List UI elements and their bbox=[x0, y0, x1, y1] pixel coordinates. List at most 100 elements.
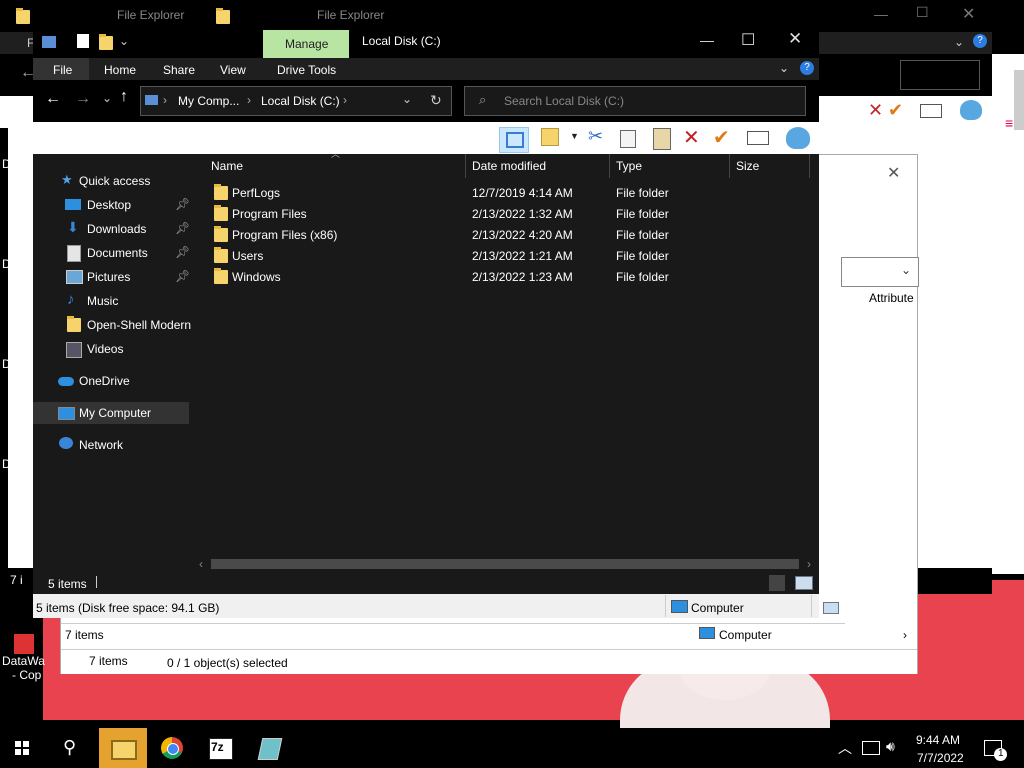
tab-share[interactable]: Share bbox=[163, 63, 195, 77]
close-button[interactable]: ✕ bbox=[788, 29, 802, 49]
table-row[interactable]: Program Files 2/13/2022 1:32 AM File folde… bbox=[193, 203, 809, 224]
chevron-down-icon[interactable]: ⌄ bbox=[119, 34, 129, 48]
pin-icon[interactable]: 📌︎ bbox=[175, 221, 190, 235]
chevron-right-icon: › bbox=[343, 93, 347, 107]
status-computer-label: Computer bbox=[691, 601, 744, 615]
table-row[interactable]: Users 2/13/2022 1:21 AM File folder bbox=[193, 245, 809, 266]
minimize-button[interactable]: — bbox=[700, 32, 714, 48]
pin-icon[interactable]: 📌︎ bbox=[175, 245, 190, 259]
checkmark-icon[interactable]: ✔ bbox=[888, 100, 903, 121]
tab-drive-tools[interactable]: Drive Tools bbox=[277, 63, 336, 77]
large-icons-view-button[interactable] bbox=[795, 576, 813, 590]
open-shell-icon[interactable] bbox=[786, 127, 810, 149]
delete-icon[interactable]: ✕ bbox=[683, 125, 700, 150]
status-divider bbox=[665, 595, 666, 617]
copy-icon[interactable] bbox=[620, 130, 636, 148]
nav-downloads[interactable]: Downloads bbox=[87, 222, 146, 236]
nav-desktop[interactable]: Desktop bbox=[87, 198, 131, 212]
nav-my-computer[interactable]: My Computer bbox=[79, 406, 151, 420]
breadcrumb-my-computer[interactable]: My Comp... bbox=[178, 94, 239, 108]
properties-icon[interactable] bbox=[77, 34, 89, 48]
scroll-right-icon[interactable]: › bbox=[807, 557, 811, 571]
column-header-name[interactable]: Name bbox=[211, 159, 243, 173]
file-date: 2/13/2022 4:20 AM bbox=[472, 228, 573, 242]
up-button[interactable]: ↑ bbox=[120, 88, 128, 106]
file-name: Windows bbox=[232, 270, 281, 284]
nav-open-shell[interactable]: Open-Shell Modern bbox=[87, 318, 191, 332]
paste-icon[interactable] bbox=[653, 128, 671, 150]
rename-icon[interactable] bbox=[747, 131, 769, 145]
column-divider[interactable] bbox=[609, 154, 610, 178]
refresh-icon[interactable]: ↻ bbox=[430, 92, 442, 109]
maximize-icon[interactable]: ☐ bbox=[916, 4, 929, 21]
windows-logo-pane bbox=[23, 741, 29, 747]
table-row[interactable]: Program Files (x86) 2/13/2022 4:20 AM File… bbox=[193, 224, 809, 245]
maximize-button[interactable]: ☐ bbox=[741, 30, 755, 50]
shell-icon[interactable] bbox=[960, 100, 982, 120]
breadcrumb-local-disk[interactable]: Local Disk (C:) bbox=[261, 94, 340, 108]
middle-status-computer: Computer bbox=[719, 628, 772, 642]
back-scroll-right[interactable] bbox=[992, 54, 1024, 574]
checkmark-icon[interactable]: ✔ bbox=[713, 125, 730, 150]
sort-arrow-icon: ︿ bbox=[331, 149, 341, 159]
table-row[interactable]: PerfLogs 12/7/2019 4:14 AM File folder bbox=[193, 182, 809, 203]
clock-time[interactable]: 9:44 AM bbox=[916, 733, 960, 747]
scroll-thumb[interactable] bbox=[211, 559, 799, 569]
clock-date[interactable]: 7/7/2022 bbox=[917, 751, 964, 765]
new-folder-icon[interactable] bbox=[99, 34, 113, 50]
cut-icon[interactable]: ✂ bbox=[588, 126, 603, 147]
table-row[interactable]: Windows 2/13/2022 1:23 AM File folder bbox=[193, 266, 809, 287]
minimize-icon[interactable]: — bbox=[874, 6, 888, 22]
folder-icon bbox=[16, 8, 30, 24]
desktop-shortcut-icon[interactable] bbox=[14, 634, 34, 654]
column-divider[interactable] bbox=[465, 154, 466, 178]
help-icon[interactable]: ? bbox=[973, 34, 987, 48]
main-window[interactable]: ⌄ Manage Local Disk (C:) — ☐ ✕ File Home… bbox=[33, 26, 819, 618]
pin-icon[interactable]: 📌︎ bbox=[175, 269, 190, 283]
nav-music[interactable]: Music bbox=[87, 294, 118, 308]
chevron-up-icon[interactable]: ︿ bbox=[838, 738, 852, 758]
view-options-icon[interactable] bbox=[541, 128, 559, 146]
rename-icon[interactable] bbox=[920, 104, 942, 118]
column-divider[interactable] bbox=[809, 154, 810, 178]
search-icon[interactable]: ⚲ bbox=[63, 737, 76, 758]
column-divider[interactable] bbox=[729, 154, 730, 178]
network-tray-icon[interactable] bbox=[862, 741, 880, 755]
nav-pictures[interactable]: Pictures bbox=[87, 270, 130, 284]
address-dropdown-icon[interactable]: ⌄ bbox=[402, 92, 412, 106]
tab-view[interactable]: View bbox=[220, 63, 246, 77]
column-header-type[interactable]: Type bbox=[616, 159, 642, 173]
chevron-right-icon[interactable]: › bbox=[903, 628, 907, 642]
scissors-icon[interactable]: ✕ bbox=[868, 100, 883, 121]
dropdown-arrow-icon[interactable]: ▼ bbox=[570, 131, 579, 141]
pin-icon[interactable]: 📌︎ bbox=[175, 197, 190, 211]
back-scroll-bar[interactable] bbox=[1014, 70, 1024, 130]
chevron-down-icon[interactable]: ⌄ bbox=[954, 35, 964, 49]
ribbon-expand-icon[interactable]: ⌄ bbox=[779, 61, 789, 75]
recent-locations-icon[interactable]: ⌄ bbox=[102, 91, 112, 105]
forward-button[interactable]: → bbox=[75, 90, 91, 108]
column-header-size[interactable]: Size bbox=[736, 159, 759, 173]
nav-onedrive[interactable]: OneDrive bbox=[79, 374, 130, 388]
nav-documents[interactable]: Documents bbox=[87, 246, 148, 260]
chevron-down-icon[interactable]: ⌄ bbox=[901, 263, 911, 277]
nav-network[interactable]: Network bbox=[79, 438, 123, 452]
back-search-box[interactable] bbox=[900, 60, 980, 90]
hamburger-icon[interactable]: ≡ bbox=[1005, 115, 1013, 131]
nav-videos[interactable]: Videos bbox=[87, 342, 123, 356]
scroll-left-icon[interactable]: ‹ bbox=[199, 557, 203, 571]
help-icon[interactable]: ? bbox=[800, 61, 814, 75]
nav-quick-access[interactable]: Quick access bbox=[79, 174, 150, 188]
tab-home[interactable]: Home bbox=[104, 63, 136, 77]
column-header-date[interactable]: Date modified bbox=[472, 159, 546, 173]
close-icon[interactable]: ✕ bbox=[887, 163, 900, 183]
status-resize-icon[interactable] bbox=[823, 602, 839, 614]
volume-icon[interactable]: 🔊︎ bbox=[886, 738, 895, 755]
middle-status-items: 7 items bbox=[65, 628, 104, 642]
details-view-button[interactable] bbox=[769, 575, 785, 591]
close-icon[interactable]: ✕ bbox=[962, 4, 975, 24]
quick-access-toolbar-icon[interactable] bbox=[42, 36, 56, 48]
tab-file-label[interactable]: File bbox=[53, 63, 72, 77]
start-button[interactable] bbox=[10, 736, 34, 760]
back-button[interactable]: ← bbox=[45, 90, 61, 108]
